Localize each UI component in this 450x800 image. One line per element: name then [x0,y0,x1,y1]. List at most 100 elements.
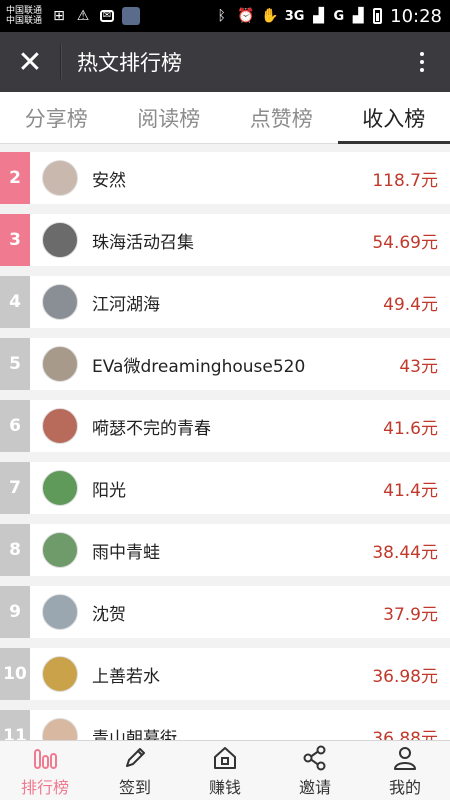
list-item[interactable]: 2 安然 118.7元 [0,152,450,204]
battery-icon [373,8,383,24]
more-dot-icon [420,60,424,64]
rank-badge: 2 [0,152,30,204]
carrier-2: 中国联通 [6,16,43,26]
nav-earn[interactable]: 赚钱 [180,741,270,800]
list-item[interactable]: 3 珠海活动召集 54.69元 [0,214,450,266]
list-item[interactable]: 6 嗬瑟不完的青春 41.6元 [0,400,450,452]
avatar [42,408,78,444]
bottom-nav: 排行榜 签到 赚钱 邀请 我的 [0,740,450,800]
list-item[interactable]: 8 雨中青蛙 38.44元 [0,524,450,576]
user-name: 沈贺 [92,604,126,625]
close-button[interactable]: ✕ [0,32,60,92]
ranking-tabs: 分享榜 阅读榜 点赞榜 收入榜 [0,92,450,144]
avatar [42,718,78,740]
income-amount: 36.88元 [372,728,438,741]
user-name: 珠海活动召集 [92,232,194,253]
ranking-list[interactable]: 2 安然 118.7元 3 珠海活动召集 54.69元 4 江河湖海 49.4元… [0,144,450,740]
tab-read[interactable]: 阅读榜 [113,92,226,143]
rank-badge: 5 [0,338,30,390]
signal-icon-2: ▟ [352,8,364,24]
user-name: 阳光 [92,480,126,501]
nav-invite[interactable]: 邀请 [270,741,360,800]
rank-badge: 9 [0,586,30,638]
nav-label: 签到 [118,777,151,797]
status-bar: 中国联通 中国联通 ⊞ ⚠ ✉ ᛒ ⏰ ✋ 3G ▟ G ▟ 10:28 [0,0,450,32]
shield-icon [122,7,141,25]
nav-mine[interactable]: 我的 [360,741,450,800]
avatar [42,160,78,196]
income-amount: 38.44元 [372,542,438,563]
list-item[interactable]: 9 沈贺 37.9元 [0,586,450,638]
mail-icon: ✉ [98,7,116,25]
bar-chart-icon [34,748,57,769]
rank-badge: 6 [0,400,30,452]
screen: 中国联通 中国联通 ⊞ ⚠ ✉ ᛒ ⏰ ✋ 3G ▟ G ▟ 10:28 ✕ 热… [0,0,450,800]
nav-ranking[interactable]: 排行榜 [0,741,90,800]
list-item[interactable]: 4 江河湖海 49.4元 [0,276,450,328]
user-name: 嗬瑟不完的青春 [92,418,211,439]
avatar [42,532,78,568]
carrier-label: 中国联通 中国联通 [6,6,42,26]
user-name: 上善若水 [92,666,160,687]
nav-label: 我的 [388,777,421,797]
income-amount: 41.4元 [383,480,438,501]
rank-badge: 3 [0,214,30,266]
vibrate-icon: ✋ [261,8,279,24]
list-item[interactable]: 11 青山朝暮街 36.88元 [0,710,450,740]
rank-badge: 11 [0,710,30,740]
user-name: 青山朝暮街 [92,728,177,741]
list-item[interactable]: 7 阳光 41.4元 [0,462,450,514]
tab-income[interactable]: 收入榜 [337,92,450,144]
user-icon [394,746,416,770]
signal-icon: ▟ [313,8,324,24]
title-bar: ✕ 热文排行榜 [0,32,450,92]
avatar [42,656,78,692]
nav-checkin[interactable]: 签到 [90,741,180,800]
nav-label: 邀请 [298,777,331,797]
more-dot-icon [420,52,424,56]
rank-badge: 10 [0,648,30,700]
income-amount: 54.69元 [372,232,438,253]
clock: 10:28 [390,5,442,27]
income-amount: 43元 [399,356,438,377]
avatar [42,284,78,320]
home-icon [214,746,236,769]
tab-like[interactable]: 点赞榜 [225,92,338,143]
income-amount: 118.7元 [372,170,438,191]
title-divider [60,45,61,79]
nav-label: 排行榜 [20,777,69,797]
bluetooth-icon: ᛒ [217,8,226,24]
share-icon [303,745,326,770]
network-type-2: G [333,8,345,24]
plus-icon: ⊞ [53,8,65,24]
rank-badge: 8 [0,524,30,576]
user-name: 江河湖海 [92,294,160,315]
list-item[interactable]: 5 EVa微dreaminghouse520 43元 [0,338,450,390]
avatar [42,222,78,258]
more-dot-icon [420,68,424,72]
income-amount: 41.6元 [383,418,438,439]
more-options-button[interactable] [394,32,450,92]
rank-badge: 4 [0,276,30,328]
avatar [42,594,78,630]
status-right: ᛒ ⏰ ✋ 3G ▟ G ▟ 10:28 [213,6,442,27]
close-icon: ✕ [17,44,43,80]
warning-icon: ⚠ [76,8,90,24]
user-name: 安然 [92,170,126,191]
user-name: 雨中青蛙 [92,542,160,563]
page-title: 热文排行榜 [77,51,182,75]
avatar [42,346,78,382]
carrier-1: 中国联通 [6,6,43,16]
income-amount: 49.4元 [383,294,438,315]
nav-label: 赚钱 [208,777,241,797]
income-amount: 36.98元 [372,666,438,687]
avatar [42,470,78,506]
income-amount: 37.9元 [383,604,438,625]
tab-share[interactable]: 分享榜 [0,92,113,143]
user-name: EVa微dreaminghouse520 [92,356,306,377]
pencil-icon [126,747,145,767]
alarm-icon: ⏰ [237,8,255,24]
list-item[interactable]: 10 上善若水 36.98元 [0,648,450,700]
rank-badge: 7 [0,462,30,514]
network-type: 3G [284,8,305,24]
